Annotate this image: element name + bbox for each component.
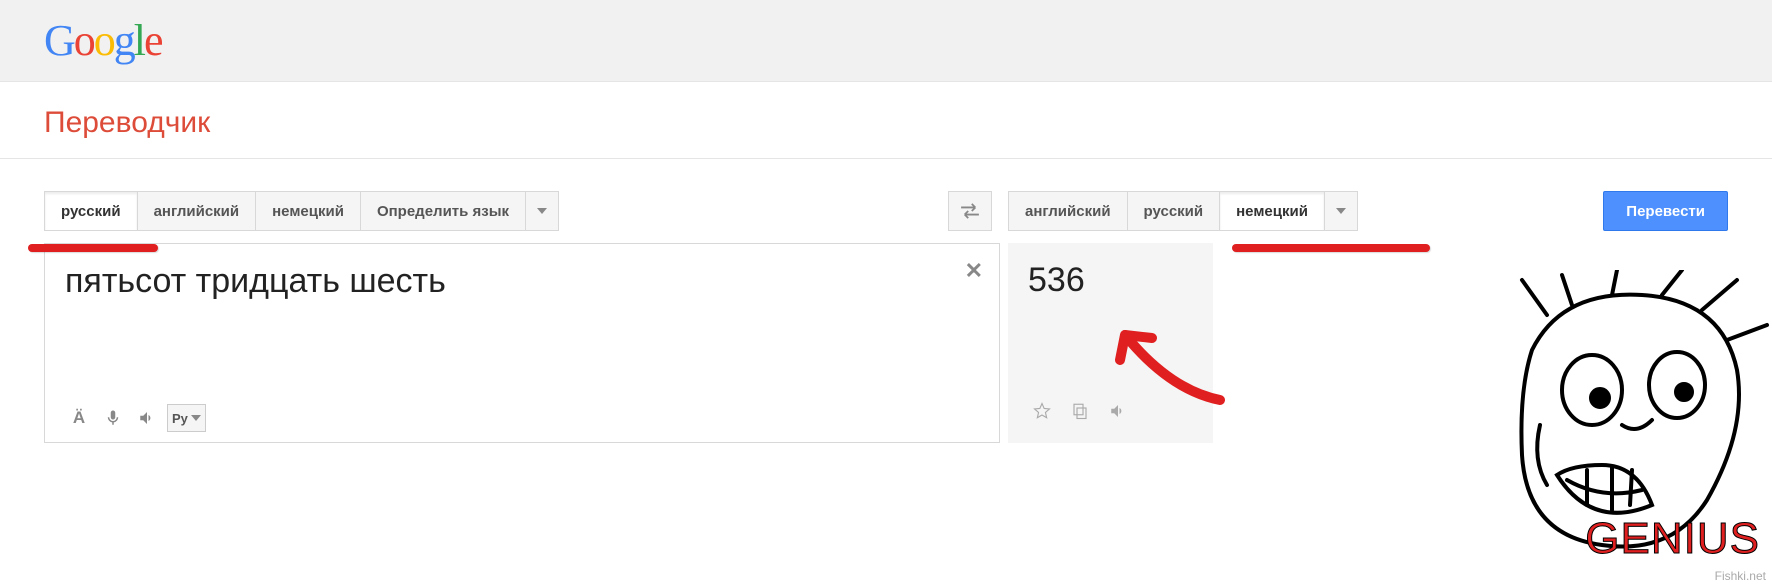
star-icon: [1033, 402, 1051, 420]
target-tab-russian[interactable]: русский: [1128, 191, 1221, 231]
save-translation-button[interactable]: [1028, 397, 1056, 425]
speaker-icon: [138, 409, 156, 427]
keyboard-button[interactable]: Ру: [167, 404, 206, 432]
copy-icon: [1071, 402, 1089, 420]
target-tab-english[interactable]: английский: [1008, 191, 1128, 231]
chevron-down-icon: [191, 415, 201, 421]
translate-button[interactable]: Перевести: [1603, 191, 1728, 231]
clear-input-button[interactable]: ✕: [965, 258, 983, 284]
meme-image: GENIUS: [1472, 270, 1772, 570]
google-logo[interactable]: Google: [44, 15, 162, 66]
source-language-dropdown[interactable]: [526, 191, 559, 231]
chevron-down-icon: [1336, 208, 1346, 214]
source-toolbar: Ä Ру: [65, 404, 959, 432]
source-tab-russian[interactable]: русский: [44, 191, 138, 231]
source-language-tabs: русский английский немецкий Определить я…: [44, 191, 559, 231]
target-language-tabs: английский русский немецкий: [1008, 191, 1358, 231]
top-bar: Google: [0, 0, 1772, 82]
source-tab-german[interactable]: немецкий: [256, 191, 361, 231]
target-tab-german[interactable]: немецкий: [1220, 191, 1325, 231]
annotation-arrow: [1110, 320, 1230, 410]
annotation-underline-target: [1232, 244, 1430, 252]
meme-caption: GENIUS: [1585, 514, 1760, 564]
source-text-input[interactable]: пятьсот тридцать шесть: [65, 262, 959, 404]
swap-languages-button[interactable]: [948, 191, 992, 231]
swap-icon: [959, 203, 981, 219]
chevron-down-icon: [537, 208, 547, 214]
mic-icon: [104, 409, 122, 427]
annotation-underline-source: [28, 244, 158, 252]
source-tab-detect[interactable]: Определить язык: [361, 191, 526, 231]
copy-translation-button[interactable]: [1066, 397, 1094, 425]
special-char-button[interactable]: Ä: [65, 404, 93, 432]
source-tab-english[interactable]: английский: [138, 191, 257, 231]
source-text-box: пятьсот тридцать шесть ✕ Ä Ру: [44, 243, 1000, 443]
page-title: Переводчик: [0, 82, 1772, 158]
listen-source-button[interactable]: [133, 404, 161, 432]
mic-button[interactable]: [99, 404, 127, 432]
watermark: Fishki.net: [1715, 569, 1766, 583]
target-language-dropdown[interactable]: [1325, 191, 1358, 231]
